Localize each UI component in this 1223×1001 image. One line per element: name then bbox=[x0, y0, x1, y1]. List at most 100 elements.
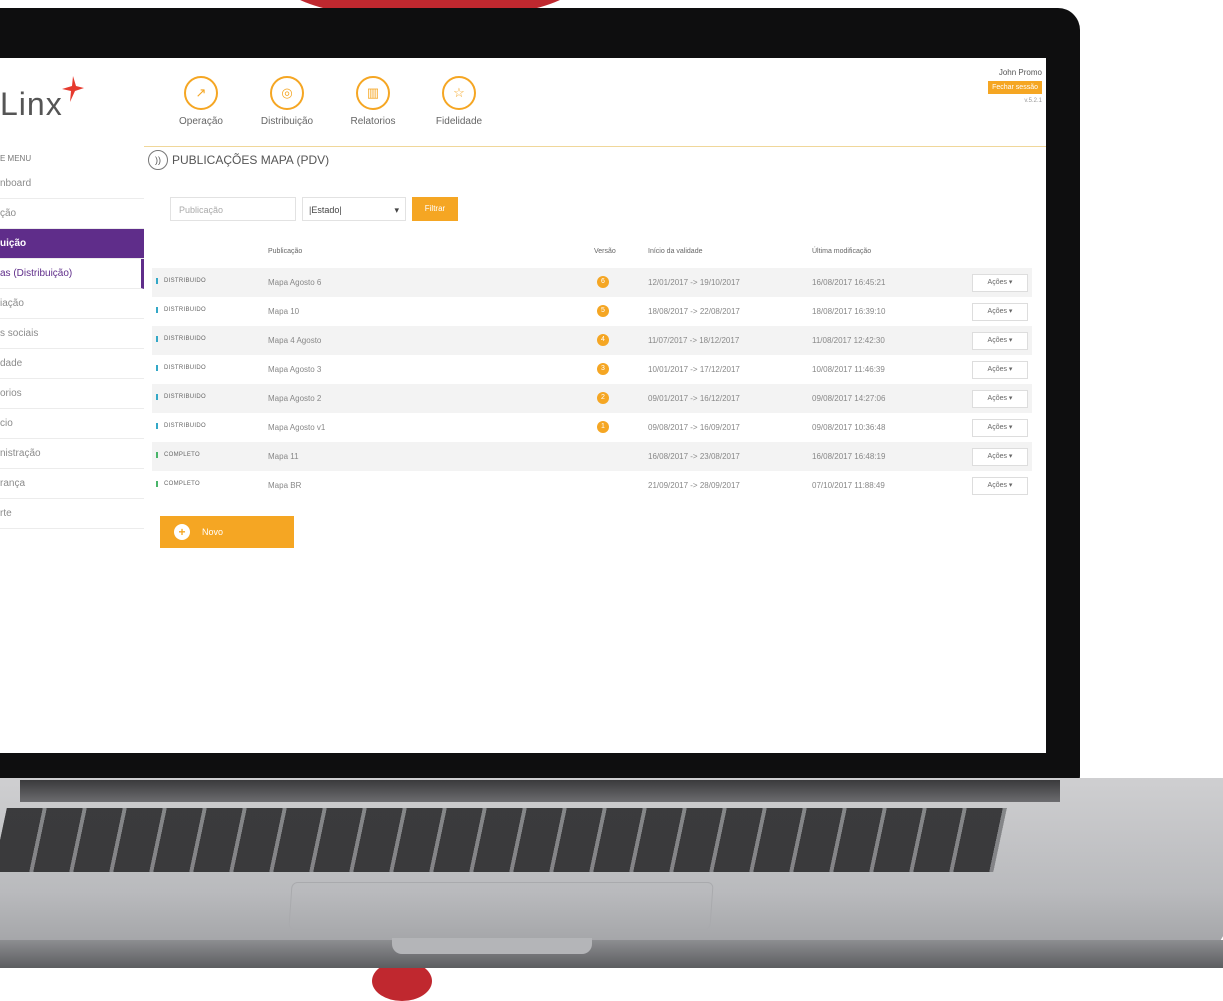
chart-line-icon: ↗ bbox=[184, 76, 218, 110]
status-badge: COMPLETO bbox=[156, 452, 200, 458]
modified-date: 16/08/2017 16:45:21 bbox=[812, 278, 886, 287]
sidebar-item-seguranca[interactable]: rança bbox=[0, 469, 144, 499]
star-icon: ☆ bbox=[442, 76, 476, 110]
status-badge: DISTRIBUIDO bbox=[156, 307, 206, 313]
actions-button[interactable]: Ações ▾ bbox=[972, 419, 1028, 437]
app-version: v.5.2.1 bbox=[1024, 98, 1042, 104]
actions-button[interactable]: Ações ▾ bbox=[972, 332, 1028, 350]
bar-chart-icon: ▥ bbox=[356, 76, 390, 110]
publication-name: Mapa 4 Agosto bbox=[268, 336, 322, 345]
laptop-hinge bbox=[20, 780, 1060, 802]
logout-button[interactable]: Fechar sessão bbox=[988, 81, 1042, 94]
nav-fidelidade[interactable]: ☆ Fidelidade bbox=[416, 76, 502, 127]
estado-select[interactable]: |Estado| ▾ bbox=[302, 197, 406, 221]
publication-name: Mapa Agosto 6 bbox=[268, 278, 322, 287]
user-name: John Promo bbox=[998, 68, 1042, 77]
table-row[interactable]: COMPLETO Mapa 11 16/08/2017 -> 23/08/201… bbox=[152, 442, 1032, 471]
column-header: Última modificação bbox=[812, 248, 872, 255]
status-badge: DISTRIBUIDO bbox=[156, 365, 206, 371]
version-badge: 1 bbox=[597, 421, 609, 433]
version-badge: 6 bbox=[597, 276, 609, 288]
status-badge: DISTRIBUIDO bbox=[156, 278, 206, 284]
filter-button[interactable]: Filtrar bbox=[412, 197, 458, 221]
table-row[interactable]: DISTRIBUIDO Mapa Agosto v1 1 09/08/2017 … bbox=[152, 413, 1032, 442]
version-badge: 3 bbox=[597, 363, 609, 375]
trackpad bbox=[288, 882, 714, 930]
page-title-text: PUBLICAÇÕES MAPA (PDV) bbox=[172, 153, 330, 167]
actions-button[interactable]: Ações ▾ bbox=[972, 477, 1028, 495]
nav-relatorios[interactable]: ▥ Relatorios bbox=[330, 76, 416, 127]
publication-name: Mapa 11 bbox=[268, 452, 299, 461]
plus-icon: + bbox=[174, 524, 190, 540]
linx-logo-icon bbox=[62, 76, 84, 102]
status-badge: DISTRIBUIDO bbox=[156, 423, 206, 429]
modified-date: 16/08/2017 16:48:19 bbox=[812, 452, 886, 461]
actions-button[interactable]: Ações ▾ bbox=[972, 361, 1028, 379]
actions-button[interactable]: Ações ▾ bbox=[972, 303, 1028, 321]
column-header: Versão bbox=[594, 248, 616, 255]
validity-range: 21/09/2017 -> 28/09/2017 bbox=[648, 481, 740, 490]
location-pin-icon: ◎ bbox=[270, 76, 304, 110]
version-badge: 2 bbox=[597, 392, 609, 404]
header-divider bbox=[144, 146, 1046, 147]
modified-date: 07/10/2017 11:88:49 bbox=[812, 481, 885, 490]
column-header: Início da validade bbox=[648, 248, 703, 255]
table-row[interactable]: DISTRIBUIDO Mapa Agosto 6 6 12/01/2017 -… bbox=[152, 268, 1032, 297]
modified-date: 09/08/2017 14:27:06 bbox=[812, 394, 886, 403]
table-row[interactable]: DISTRIBUIDO Mapa 10 5 18/08/2017 -> 22/0… bbox=[152, 297, 1032, 326]
nav-label: Fidelidade bbox=[435, 116, 483, 127]
new-button[interactable]: + Novo bbox=[160, 516, 294, 548]
validity-range: 18/08/2017 -> 22/08/2017 bbox=[648, 307, 740, 316]
validity-range: 16/08/2017 -> 23/08/2017 bbox=[648, 452, 740, 461]
status-badge: DISTRIBUIDO bbox=[156, 394, 206, 400]
actions-button[interactable]: Ações ▾ bbox=[972, 274, 1028, 292]
sidebar-item-administracao[interactable]: nistração bbox=[0, 439, 144, 469]
new-button-label: Novo bbox=[202, 527, 224, 537]
sidebar-item-relatorios[interactable]: orios bbox=[0, 379, 144, 409]
version-badge: 4 bbox=[597, 334, 609, 346]
sidebar-item-distribuicao[interactable]: uição bbox=[0, 229, 144, 259]
sidebar-item-dashboard[interactable]: nboard bbox=[0, 169, 144, 199]
laptop-notch bbox=[392, 938, 592, 954]
nav-distribuicao[interactable]: ◎ Distribuição bbox=[244, 76, 330, 127]
actions-button[interactable]: Ações ▾ bbox=[972, 390, 1028, 408]
sidebar-item-avaliacao[interactable]: iação bbox=[0, 289, 144, 319]
validity-range: 12/01/2017 -> 19/10/2017 bbox=[648, 278, 740, 287]
publication-name: Mapa Agosto 2 bbox=[268, 394, 322, 403]
user-panel: John Promo Fechar sessão v.5.2.1 bbox=[988, 68, 1042, 104]
validity-range: 09/01/2017 -> 16/12/2017 bbox=[648, 394, 740, 403]
filter-bar: Publicação |Estado| ▾ Filtrar bbox=[170, 197, 458, 221]
publication-name: Mapa 10 bbox=[268, 307, 300, 316]
sidebar-item-fidelidade[interactable]: dade bbox=[0, 349, 144, 379]
validity-range: 09/08/2017 -> 16/09/2017 bbox=[648, 423, 740, 432]
table-row[interactable]: DISTRIBUIDO Mapa Agosto 2 2 09/01/2017 -… bbox=[152, 384, 1032, 413]
chevron-down-icon: ▾ bbox=[394, 205, 399, 215]
nav-operacao[interactable]: ↗ Operação bbox=[158, 76, 244, 127]
status-badge: COMPLETO bbox=[156, 481, 200, 487]
version-badge: 5 bbox=[597, 305, 609, 317]
sidebar-item-redes-sociais[interactable]: s sociais bbox=[0, 319, 144, 349]
sidebar-item-operacao[interactable]: ção bbox=[0, 199, 144, 229]
table-row[interactable]: DISTRIBUIDO Mapa Agosto 3 3 10/01/2017 -… bbox=[152, 355, 1032, 384]
table-row[interactable]: DISTRIBUIDO Mapa 4 Agosto 4 11/07/2017 -… bbox=[152, 326, 1032, 355]
sidebar: E MENU nboard ção uição as (Distribuição… bbox=[0, 150, 144, 529]
table-row[interactable]: COMPLETO Mapa BR 21/09/2017 -> 28/09/201… bbox=[152, 471, 1032, 500]
validity-range: 10/01/2017 -> 17/12/2017 bbox=[648, 365, 740, 374]
actions-button[interactable]: Ações ▾ bbox=[972, 448, 1028, 466]
validity-range: 11/07/2017 -> 18/12/2017 bbox=[648, 336, 740, 345]
sidebar-item-suporte[interactable]: rte bbox=[0, 499, 144, 529]
page-title: )) PUBLICAÇÕES MAPA (PDV) bbox=[148, 150, 329, 170]
top-nav: ↗ Operação ◎ Distribuição ▥ Relatorios ☆… bbox=[158, 76, 502, 127]
modified-date: 09/08/2017 10:36:48 bbox=[812, 423, 886, 432]
logo-text: Linx bbox=[0, 86, 63, 122]
laptop-screen: Linx ↗ Operação ◎ Distribuição ▥ Relator… bbox=[0, 58, 1046, 753]
sidebar-item-distribuicao-sub[interactable]: as (Distribuição) bbox=[0, 259, 144, 289]
modified-date: 11/08/2017 12:42:30 bbox=[812, 336, 885, 345]
sidebar-item-inicio[interactable]: cio bbox=[0, 409, 144, 439]
publication-name: Mapa Agosto 3 bbox=[268, 365, 322, 374]
nav-label: Operação bbox=[179, 116, 223, 127]
estado-select-value: |Estado| bbox=[309, 205, 342, 215]
publicacao-input[interactable]: Publicação bbox=[170, 197, 296, 221]
laptop-front-edge bbox=[0, 940, 1223, 968]
table-header: Publicação Versão Início da validade Últ… bbox=[152, 248, 1032, 264]
